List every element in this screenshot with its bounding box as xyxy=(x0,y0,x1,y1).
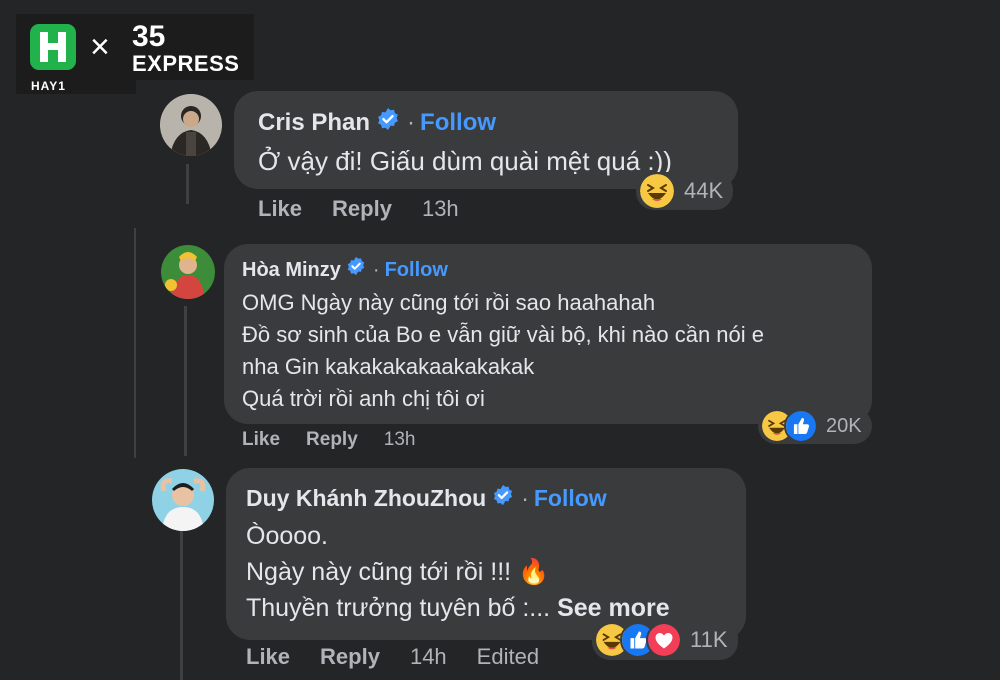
comment-timestamp[interactable]: 14h xyxy=(410,644,447,670)
avatar-hoa-minzy-icon xyxy=(161,245,215,299)
thread-line-2 xyxy=(184,306,187,456)
follow-button[interactable]: Follow xyxy=(420,109,496,137)
comment-text-line: Đồ sơ sinh của Bo e vẫn giữ vài bộ, khi … xyxy=(242,322,765,347)
reply-button[interactable]: Reply xyxy=(306,428,358,452)
comment-timestamp[interactable]: 13h xyxy=(384,428,416,452)
comment-bubble: Hòa Minzy · Follow OMG Ngày này cũng tới… xyxy=(224,244,872,424)
thread-line-1 xyxy=(186,164,189,204)
verified-badge-icon xyxy=(376,107,400,138)
reaction-summary[interactable]: 44K xyxy=(636,172,734,210)
haha-icon xyxy=(638,172,676,210)
thread-line-outer xyxy=(134,228,136,458)
reaction-icons xyxy=(760,409,818,443)
reaction-summary[interactable]: 11K xyxy=(592,620,738,660)
reaction-icons xyxy=(594,622,682,658)
reaction-icons xyxy=(638,172,676,210)
avatar[interactable] xyxy=(152,469,214,531)
verified-badge-icon xyxy=(492,484,514,512)
see-more-link[interactable]: See more xyxy=(557,594,670,622)
avatar-cris-phan-icon xyxy=(160,94,222,156)
reaction-count: 11K xyxy=(690,627,728,652)
logo-partner-number: 35 xyxy=(132,20,166,53)
like-button[interactable]: Like xyxy=(242,428,280,452)
comment-body: OMG Ngày này cũng tới rồi sao haahahah Đ… xyxy=(242,287,872,415)
like-button[interactable]: Like xyxy=(258,196,302,222)
separator-dot: · xyxy=(407,108,416,136)
separator-dot: · xyxy=(521,485,529,511)
comment-text-line: Ngày này cũng tới rồi !!! 🔥 xyxy=(246,558,550,586)
avatar-duy-khanh-icon xyxy=(152,469,214,531)
love-icon xyxy=(646,622,682,658)
comment-header: Cris Phan · Follow xyxy=(258,107,738,138)
commenter-name[interactable]: Duy Khánh ZhouZhou xyxy=(246,484,486,512)
reply-button[interactable]: Reply xyxy=(332,196,392,222)
logo-cross: × xyxy=(90,28,110,66)
comment-bubble: Duy Khánh ZhouZhou · Follow Òoooo. Ngày … xyxy=(226,468,746,640)
comment-header: Duy Khánh ZhouZhou · Follow xyxy=(246,484,746,512)
avatar[interactable] xyxy=(161,245,215,299)
logo-brand-text: HAY1 xyxy=(16,78,136,94)
comment-text-line: nha Gin kakakakakaakakakak xyxy=(242,354,535,379)
comment-thread-screenshot: × 35 EXPRESS HAY1 Cris Phan · Follow Ở v… xyxy=(0,0,1000,680)
comment-header: Hòa Minzy · Follow xyxy=(242,256,872,283)
reaction-count: 20K xyxy=(826,414,862,437)
reply-button[interactable]: Reply xyxy=(320,644,380,670)
comment-actions: Like Reply 14h Edited xyxy=(246,644,539,670)
separator-dot: · xyxy=(372,258,380,281)
comment-text-line: OMG Ngày này cũng tới rồi sao haahahah xyxy=(242,290,656,315)
reaction-count: 44K xyxy=(684,178,724,203)
like-button[interactable]: Like xyxy=(246,644,290,670)
comment-text-line: Òoooo. xyxy=(246,522,329,550)
follow-button[interactable]: Follow xyxy=(385,257,448,283)
comment-actions: Like Reply 13h xyxy=(258,196,459,222)
comment-timestamp[interactable]: 13h xyxy=(422,196,459,222)
edited-label[interactable]: Edited xyxy=(477,644,539,670)
thread-line-3 xyxy=(180,530,183,680)
commenter-name[interactable]: Cris Phan xyxy=(258,109,370,137)
reaction-summary[interactable]: 20K xyxy=(758,408,872,444)
follow-button[interactable]: Follow xyxy=(534,484,607,512)
hay1-express-logo: × 35 EXPRESS xyxy=(16,14,254,80)
comment-body: Òoooo. Ngày này cũng tới rồi !!! 🔥 Thuyề… xyxy=(246,518,746,626)
comment-actions: Like Reply 13h xyxy=(242,428,415,452)
verified-badge-icon xyxy=(346,256,366,283)
hay1-h-logo-icon xyxy=(30,24,76,70)
like-icon xyxy=(784,409,818,443)
logo-partner-name: EXPRESS xyxy=(132,51,240,76)
commenter-name[interactable]: Hòa Minzy xyxy=(242,257,341,283)
avatar[interactable] xyxy=(160,94,222,156)
comment-text-truncated: Thuyền trưởng tuyên bố :... xyxy=(246,594,551,622)
